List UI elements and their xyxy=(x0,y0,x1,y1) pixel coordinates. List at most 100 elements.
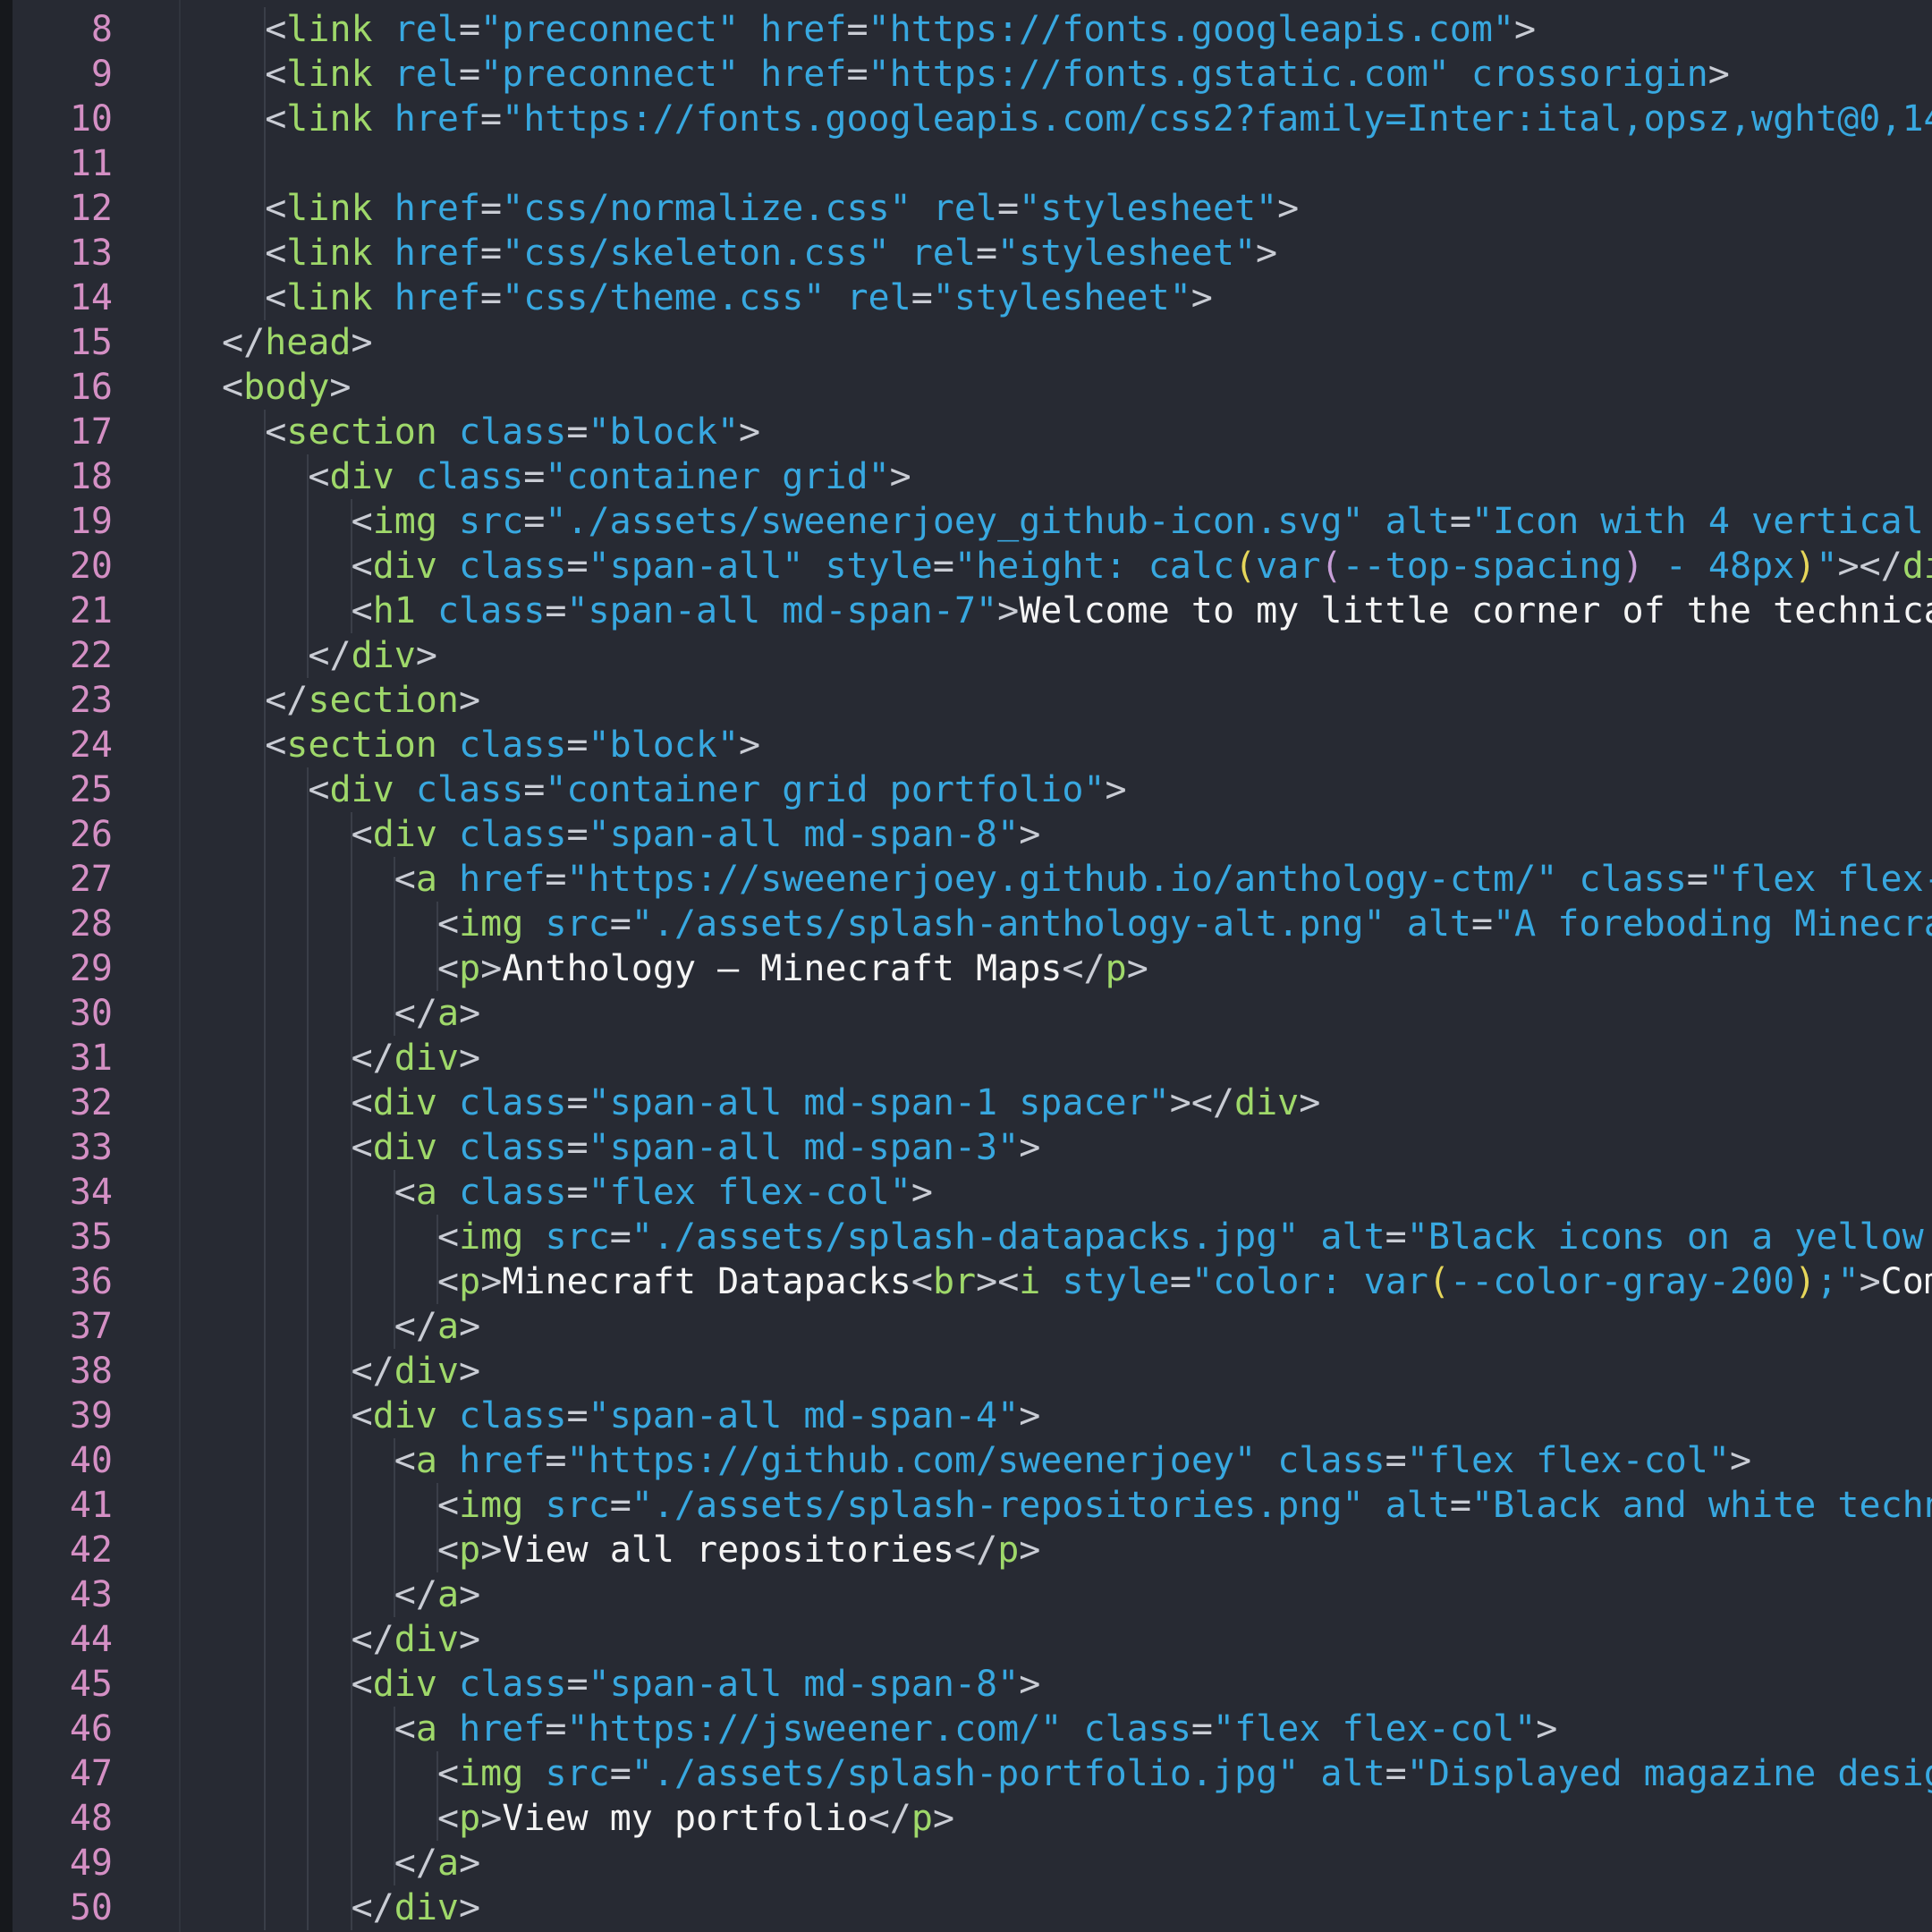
line-number: 49 xyxy=(69,1843,113,1884)
code-line[interactable]: 10 <link href="https://fonts.googleapis.c… xyxy=(0,97,1932,141)
code-token: class xyxy=(1579,859,1687,900)
code-editor[interactable]: 8 <link rel="preconnect" href="https://fo… xyxy=(0,0,1932,1932)
code-line[interactable]: 29 <p>Anthology – Minecraft Maps</p> xyxy=(0,946,1932,991)
code-token: div xyxy=(372,1082,437,1123)
code-line[interactable]: 11 xyxy=(0,141,1932,186)
code-token: ></ xyxy=(1169,1082,1235,1123)
code-line[interactable]: 16 <body> xyxy=(0,365,1932,410)
code-token: link xyxy=(286,98,373,140)
code-line[interactable]: 48 <p>View my portfolio</p> xyxy=(0,1796,1932,1841)
code-line[interactable]: 18 <div class="container grid"> xyxy=(0,454,1932,499)
code-line[interactable]: 14 <link href="css/theme.css" rel="styles… xyxy=(0,275,1932,320)
code-token: = xyxy=(480,277,503,318)
code-text-area[interactable]: 8 <link rel="preconnect" href="https://fo… xyxy=(0,0,1932,1932)
indent-guide xyxy=(264,1528,267,1572)
code-line[interactable]: 26 <div class="span-all md-span-8"> xyxy=(0,812,1932,857)
code-token: = xyxy=(911,277,933,318)
code-line[interactable]: 17 <section class="block"> xyxy=(0,410,1932,454)
code-token: = xyxy=(480,98,503,140)
code-token: img xyxy=(372,501,437,542)
code-line[interactable]: 40 <a href="https://github.com/sweenerjoe… xyxy=(0,1438,1932,1483)
code-token: p xyxy=(1105,948,1127,989)
code-line[interactable]: 49 </a> xyxy=(0,1841,1932,1885)
code-token: div xyxy=(394,1619,460,1660)
code-line[interactable]: 36 <p>Minecraft Datapacks<br><i style="co… xyxy=(0,1259,1932,1304)
code-token: = xyxy=(1449,501,1471,542)
code-line[interactable]: 45 <div class="span-all md-span-8"> xyxy=(0,1662,1932,1707)
code-line[interactable]: 31 </div> xyxy=(0,1036,1932,1080)
indent-guide xyxy=(307,544,309,589)
indent-guide xyxy=(307,589,309,633)
code-token: class xyxy=(459,1172,567,1213)
code-token: > xyxy=(1859,1261,1881,1302)
code-line[interactable]: 41 <img src="./assets/splash-repositories… xyxy=(0,1483,1932,1528)
code-line[interactable]: 39 <div class="span-all md-span-4"> xyxy=(0,1394,1932,1438)
code-line[interactable]: 15 </head> xyxy=(0,320,1932,365)
code-line[interactable]: 42 <p>View all repositories</p> xyxy=(0,1528,1932,1572)
indent-guide xyxy=(264,544,267,589)
code-line[interactable]: 32 <div class="span-all md-span-1 spacer"… xyxy=(0,1080,1932,1125)
code-line[interactable]: 50 </div> xyxy=(0,1885,1932,1930)
code-line[interactable]: 9 <link rel="preconnect" href="https://fo… xyxy=(0,52,1932,97)
code-content: <link href="https://fonts.googleapis.com… xyxy=(265,97,1932,141)
code-line[interactable]: 22 </div> xyxy=(0,633,1932,678)
line-number: 42 xyxy=(69,1530,113,1571)
code-line[interactable]: 24 <section class="block"> xyxy=(0,723,1932,767)
indent-guide xyxy=(350,1572,352,1617)
code-token: = xyxy=(566,1664,589,1705)
code-token: "Black icons on a yellow xyxy=(1406,1216,1932,1258)
indent-guide xyxy=(264,1751,267,1796)
code-token: < xyxy=(351,814,373,855)
code-line[interactable]: 38 </div> xyxy=(0,1349,1932,1394)
code-token: "stylesheet" xyxy=(1019,188,1278,229)
code-line[interactable]: 27 <a href="https://sweenerjoey.github.io… xyxy=(0,857,1932,902)
code-content: <section class="block"> xyxy=(265,410,760,454)
code-line[interactable]: 12 <link href="css/normalize.css" rel="st… xyxy=(0,186,1932,231)
line-number: 13 xyxy=(69,233,113,274)
code-line[interactable]: 34 <a class="flex flex-col"> xyxy=(0,1170,1932,1215)
code-token: ( xyxy=(1234,546,1257,587)
code-line[interactable]: 13 <link href="css/skeleton.css" rel="sty… xyxy=(0,231,1932,275)
code-token: src xyxy=(545,1216,610,1258)
code-content: </div> xyxy=(352,1349,481,1394)
code-token: "flex flex-col" xyxy=(1406,1440,1730,1481)
code-line[interactable]: 35 <img src="./assets/splash-datapacks.jp… xyxy=(0,1215,1932,1259)
code-line[interactable]: 47 <img src="./assets/splash-portfolio.jp… xyxy=(0,1751,1932,1796)
code-token: div xyxy=(329,456,394,497)
code-content: <link href="css/normalize.css" rel="styl… xyxy=(265,186,1299,231)
code-line[interactable]: 28 <img src="./assets/splash-anthology-al… xyxy=(0,902,1932,946)
code-line[interactable]: 44 </div> xyxy=(0,1617,1932,1662)
indent-guide xyxy=(393,902,395,946)
code-line[interactable]: 23 </section> xyxy=(0,678,1932,723)
code-token: rel xyxy=(911,233,976,274)
code-line[interactable]: 46 <a href="https://jsweener.com/" class=… xyxy=(0,1707,1932,1751)
code-line[interactable]: 37 </a> xyxy=(0,1304,1932,1349)
code-token: = xyxy=(1385,1216,1407,1258)
code-token: a xyxy=(415,1172,437,1213)
code-token: = xyxy=(1385,1440,1407,1481)
code-token: = xyxy=(566,1172,589,1213)
code-token: = xyxy=(1169,1261,1191,1302)
code-line[interactable]: 30 </a> xyxy=(0,991,1932,1036)
code-token: > xyxy=(1536,1708,1558,1750)
code-line[interactable]: 43 </a> xyxy=(0,1572,1932,1617)
code-line[interactable]: 20 <div class="span-all" style="height: c… xyxy=(0,544,1932,589)
indent-guide xyxy=(264,1349,267,1394)
indent-guide xyxy=(350,1841,352,1885)
code-line[interactable]: 25 <div class="container grid portfolio"> xyxy=(0,767,1932,812)
indent-guide xyxy=(307,1841,309,1885)
code-token: head xyxy=(265,322,352,363)
code-token: > xyxy=(1191,277,1213,318)
code-token: "stylesheet" xyxy=(997,233,1257,274)
code-token: "Black and white techn xyxy=(1471,1485,1932,1526)
code-line[interactable]: 19 <img src="./assets/sweenerjoey_github-… xyxy=(0,499,1932,544)
code-line[interactable]: 21 <h1 class="span-all md-span-7">Welcome… xyxy=(0,589,1932,633)
code-line[interactable]: 33 <div class="span-all md-span-3"> xyxy=(0,1125,1932,1170)
code-token: src xyxy=(545,903,610,945)
code-line[interactable]: 8 <link rel="preconnect" href="https://fo… xyxy=(0,7,1932,52)
code-token: href xyxy=(760,9,847,50)
